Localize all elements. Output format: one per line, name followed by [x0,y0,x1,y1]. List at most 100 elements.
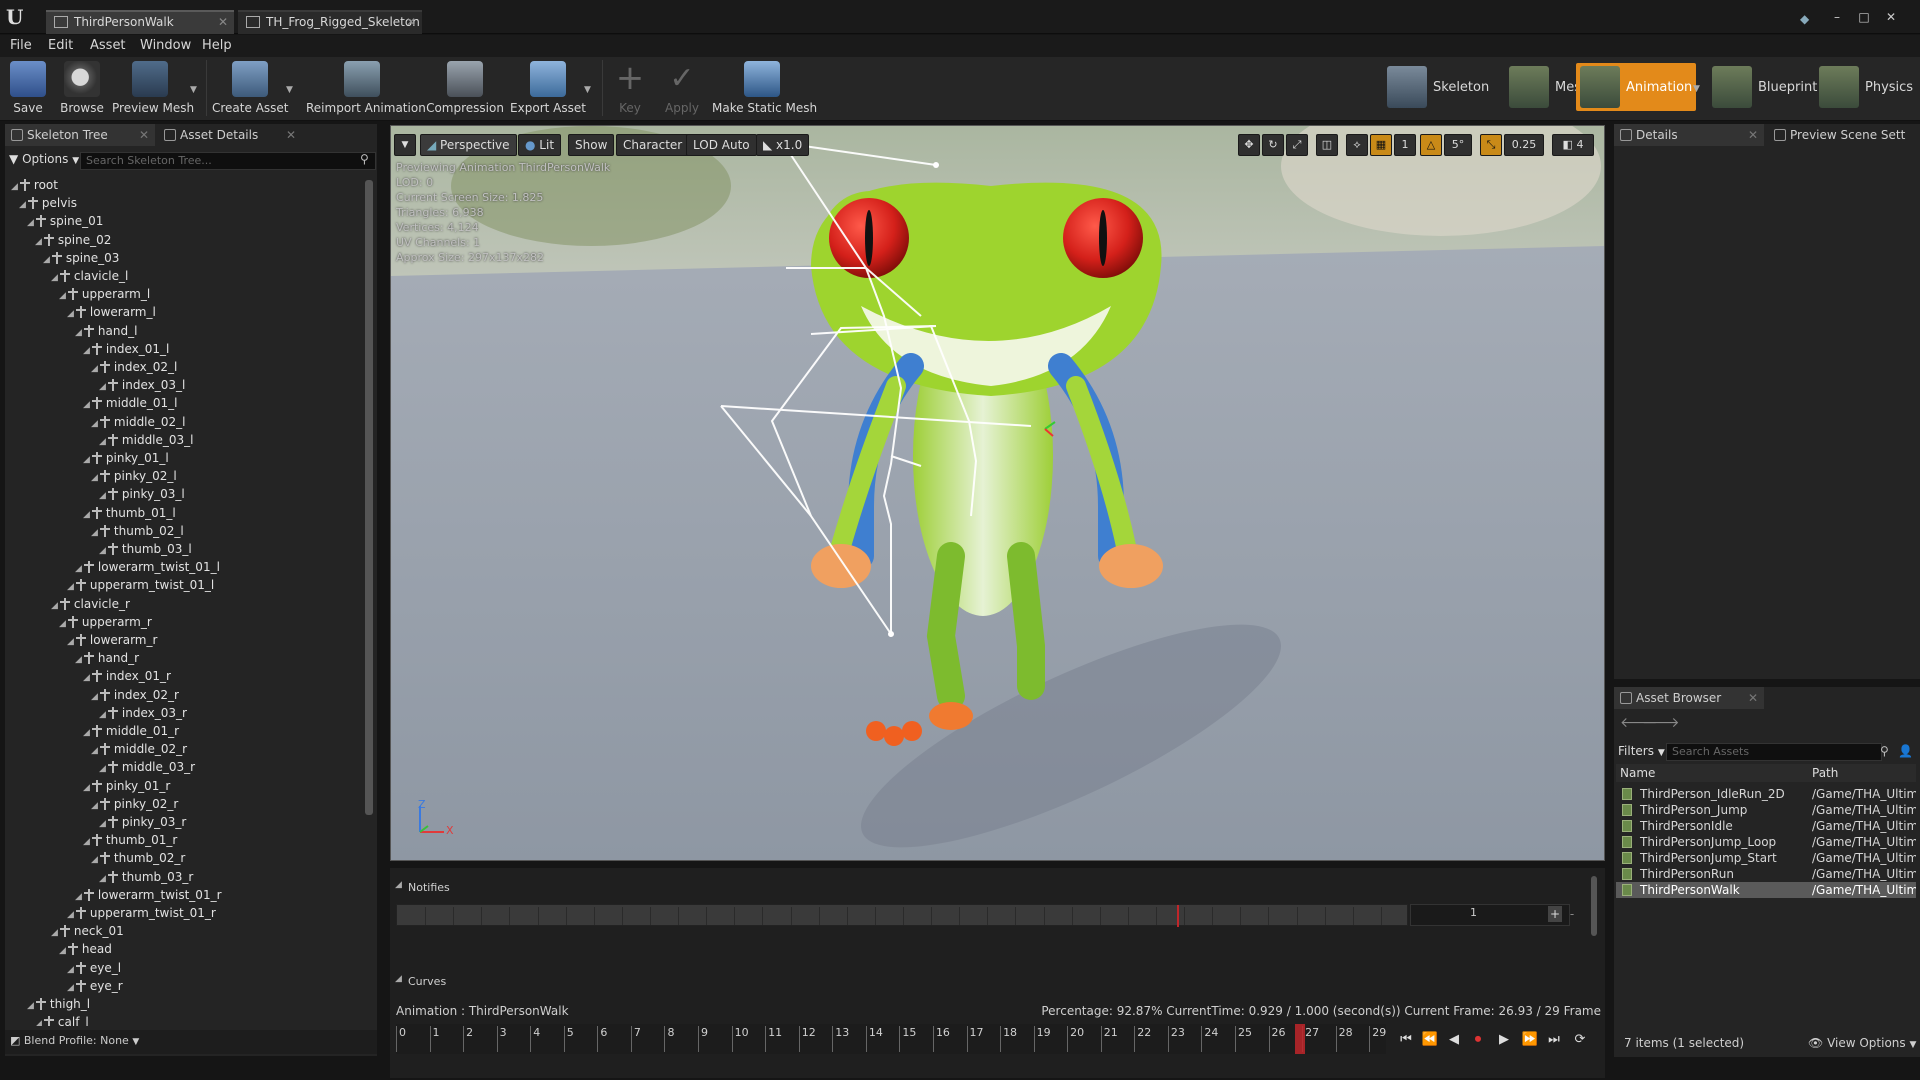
expand-arrow-icon[interactable]: ◢ [75,564,82,574]
skeleton-tree-scrollbar[interactable] [365,180,373,815]
close-tab-icon[interactable]: ✕ [218,12,228,32]
tab-asset-browser[interactable]: Asset Browser ✕ [1614,687,1764,709]
show-button[interactable]: Show [568,134,615,156]
column-path[interactable]: Path [1812,766,1838,780]
forward-arrow-icon[interactable]: 🡒 [1642,714,1680,731]
expand-arrow-icon[interactable]: ◢ [67,637,74,647]
bone-thumb-01-l[interactable]: ◢ thumb_01_l [83,504,176,522]
expand-arrow-icon[interactable]: ◢ [11,182,18,192]
preview-viewport[interactable] [390,125,1605,861]
bone-clavicle-r[interactable]: ◢ clavicle_r [51,595,130,613]
expand-arrow-icon[interactable]: ◢ [91,855,98,865]
mode-skeleton[interactable]: Skeleton [1383,63,1493,111]
expand-arrow-icon[interactable]: ◢ [99,546,106,556]
expand-arrow-icon[interactable]: ◢ [91,473,98,483]
create-asset-button[interactable]: Create Asset [212,59,289,119]
user-icon[interactable]: 👤 [1898,744,1913,758]
camera-speed-button[interactable]: ◧ 4 [1552,134,1594,156]
close-tab-icon[interactable]: ✕ [286,124,296,146]
record-icon[interactable]: ⏺ [1468,1030,1488,1050]
bone-thumb-03-l[interactable]: ◢ thumb_03_l [99,540,192,558]
expand-arrow-icon[interactable]: ◢ [59,291,66,301]
close-tab-icon[interactable]: ✕ [1748,124,1758,146]
rotation-snap-icon[interactable]: △ [1420,134,1442,156]
grid-snap-icon[interactable]: ▦ [1370,134,1392,156]
rotation-snap-value[interactable]: 5° [1444,134,1472,156]
bone-eye-l[interactable]: ◢ eye_l [67,959,121,977]
mode-physics[interactable]: Physics [1815,63,1917,111]
expand-arrow-icon[interactable]: ◢ [83,837,90,847]
bone-pinky-01-l[interactable]: ◢ pinky_01_l [83,449,169,467]
maximize-button[interactable]: □ [1855,10,1873,26]
translate-icon[interactable]: ✥ [1238,134,1260,156]
bone-upperarm-twist-01-r[interactable]: ◢ upperarm_twist_01_r [67,904,216,922]
expand-arrow-icon[interactable]: ◢ [91,528,98,538]
bone-hand-l[interactable]: ◢ hand_l [75,322,137,340]
bone-neck-01[interactable]: ◢ neck_01 [51,922,124,940]
expand-arrow-icon[interactable]: ◢ [99,382,106,392]
expand-arrow-icon[interactable]: ◢ [83,400,90,410]
play-reverse-icon[interactable]: ◀ [1444,1030,1464,1050]
expand-arrow-icon[interactable]: ◢ [35,237,42,247]
create-asset-dropdown[interactable]: ▼ [286,85,296,95]
expand-arrow-icon[interactable]: ◢ [27,1001,34,1011]
bone-upperarm-twist-01-l[interactable]: ◢ upperarm_twist_01_l [67,576,214,594]
bone-thumb-02-l[interactable]: ◢ thumb_02_l [91,522,184,540]
expand-arrow-icon[interactable]: ◢ [27,218,34,228]
expand-arrow-icon[interactable]: ◢ [83,783,90,793]
expand-arrow-icon[interactable]: ◢ [75,328,82,338]
expand-arrow-icon[interactable]: ◢ [99,437,106,447]
expand-arrow-icon[interactable]: ◢ [51,928,58,938]
asset-row[interactable]: ThirdPersonIdle/Game/THA_Ultim [1616,818,1916,834]
expand-arrow-icon[interactable]: ◢ [35,1019,42,1026]
asset-row[interactable]: ThirdPersonJump_Start/Game/THA_Ultim [1616,850,1916,866]
preview-mesh-dropdown[interactable]: ▼ [190,85,200,95]
bone-middle-01-l[interactable]: ◢ middle_01_l [83,394,178,412]
bone-lowerarm-twist-01-r[interactable]: ◢ lowerarm_twist_01_r [75,886,222,904]
export-asset-button[interactable]: Export Asset [510,59,586,119]
step-back-icon[interactable]: ⏪ [1420,1030,1440,1050]
menu-window[interactable]: Window [140,37,191,55]
rotate-icon[interactable]: ↻ [1262,134,1284,156]
bone-upperarm-r[interactable]: ◢ upperarm_r [59,613,152,631]
bone-middle-03-r[interactable]: ◢ middle_03_r [99,758,195,776]
browse-button[interactable]: Browse [58,59,106,119]
expand-arrow-icon[interactable]: ◢ [59,946,66,956]
menu-asset[interactable]: Asset [90,37,126,55]
make-static-mesh-button[interactable]: Make Static Mesh [712,59,817,119]
export-asset-dropdown[interactable]: ▼ [584,85,594,95]
asset-row[interactable]: ThirdPersonJump_Loop/Game/THA_Ultim [1616,834,1916,850]
scale-snap-icon[interactable]: ⤡ [1480,134,1502,156]
add-track-button[interactable]: + [1548,906,1562,922]
curves-collapse-icon[interactable]: ◢ [395,974,407,984]
bone-clavicle-l[interactable]: ◢ clavicle_l [51,267,128,285]
menu-edit[interactable]: Edit [48,37,73,55]
skeleton-search-input[interactable]: Search Skeleton Tree... [80,152,376,170]
bone-upperarm-l[interactable]: ◢ upperarm_l [59,285,150,303]
expand-arrow-icon[interactable]: ◢ [67,910,74,920]
options-dropdown[interactable]: ▼ Options ▼ [9,152,79,166]
perspective-button[interactable]: ◢ Perspective [420,134,517,156]
bone-calf-l[interactable]: ◢ calf_l [35,1013,89,1026]
character-button[interactable]: Character [616,134,690,156]
notify-track[interactable] [396,904,1408,927]
notify-playhead[interactable] [1177,905,1180,927]
expand-arrow-icon[interactable]: ◢ [51,601,58,611]
document-tab-animation[interactable]: ThirdPersonWalk ✕ [46,10,234,34]
bone-index-02-r[interactable]: ◢ index_02_r [91,686,179,704]
expand-arrow-icon[interactable]: ◢ [43,255,50,265]
bone-index-02-l[interactable]: ◢ index_02_l [91,358,177,376]
tab-skeleton-tree[interactable]: Skeleton Tree ✕ [5,124,155,146]
timeline-scrollbar[interactable] [1591,876,1597,936]
bone-index-03-l[interactable]: ◢ index_03_l [99,376,185,394]
expand-arrow-icon[interactable]: ◢ [83,673,90,683]
bone-root[interactable]: ◢ root [11,176,58,194]
expand-arrow-icon[interactable]: ◢ [99,819,106,829]
expand-arrow-icon[interactable]: ◢ [75,655,82,665]
bone-lowerarm-r[interactable]: ◢ lowerarm_r [67,631,157,649]
expand-arrow-icon[interactable]: ◢ [83,346,90,356]
bone-lowerarm-twist-01-l[interactable]: ◢ lowerarm_twist_01_l [75,558,220,576]
bone-index-01-r[interactable]: ◢ index_01_r [83,667,171,685]
bone-pinky-02-r[interactable]: ◢ pinky_02_r [91,795,178,813]
save-button[interactable]: Save [8,59,48,119]
